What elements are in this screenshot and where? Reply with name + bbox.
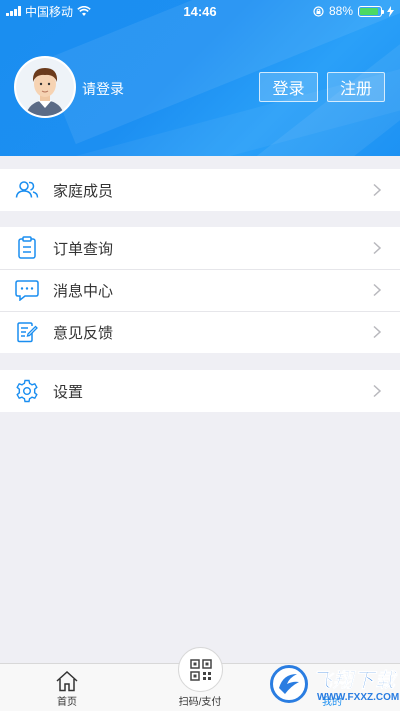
orientation-lock-icon	[313, 5, 324, 17]
menu-item-settings[interactable]: 设置	[0, 370, 400, 412]
watermark-url: WWW.FXXZ.COM	[317, 692, 400, 703]
login-prompt[interactable]: 请登录	[82, 79, 124, 99]
menu-item-message-center[interactable]: 消息中心	[0, 269, 400, 311]
signal-icon	[6, 6, 21, 16]
menu-item-family-members[interactable]: 家庭成员	[0, 169, 400, 211]
register-button[interactable]: 注册	[327, 72, 385, 102]
menu-label-family-members: 家庭成员	[53, 182, 114, 200]
chevron-right-icon	[373, 241, 382, 255]
menu-item-feedback[interactable]: 意见反馈	[0, 311, 400, 353]
menu-label-order-query: 订单查询	[53, 240, 114, 258]
watermark-title: 飞翔下载	[312, 670, 396, 693]
tab-home[interactable]: 首页	[27, 664, 107, 711]
login-button[interactable]: 登录	[259, 72, 318, 102]
menu-label-message-center: 消息中心	[53, 282, 114, 300]
message-bubble-icon	[14, 277, 40, 303]
watermark: 飞翔下载 WWW.FXXZ.COM	[265, 664, 400, 710]
status-bar: 中国移动 14:46 88%	[0, 0, 400, 22]
menu-label-feedback: 意见反馈	[53, 324, 114, 342]
chevron-right-icon	[373, 183, 382, 197]
avatar-icon	[16, 58, 74, 116]
tab-label-home: 首页	[57, 697, 77, 708]
avatar[interactable]	[14, 56, 76, 118]
watermark-logo-icon	[270, 665, 308, 703]
charging-icon	[387, 5, 394, 17]
battery-icon	[358, 5, 384, 17]
menu-label-settings: 设置	[53, 383, 84, 401]
profile-header: 请登录 登录 注册	[0, 0, 400, 156]
clipboard-icon	[14, 235, 40, 261]
tab-label-scan-pay: 扫码/支付	[178, 697, 222, 708]
menu-group-family: 家庭成员	[0, 169, 400, 211]
gear-icon	[14, 378, 40, 404]
menu-group-services: 订单查询 消息中心 意见反馈	[0, 227, 400, 353]
feedback-edit-icon	[14, 319, 40, 345]
chevron-right-icon	[373, 325, 382, 339]
wifi-icon	[77, 5, 91, 16]
menu-group-settings: 设置	[0, 370, 400, 412]
family-members-icon	[14, 177, 40, 203]
battery-percent: 88%	[328, 4, 353, 18]
carrier-label: 中国移动	[25, 4, 74, 19]
qr-code-icon	[189, 658, 212, 681]
chevron-right-icon	[373, 283, 382, 297]
tab-scan-pay[interactable]: 扫码/支付	[160, 647, 240, 711]
menu-item-order-query[interactable]: 订单查询	[0, 227, 400, 269]
scan-button[interactable]	[178, 647, 223, 692]
chevron-right-icon	[373, 384, 382, 398]
home-icon	[56, 670, 78, 692]
